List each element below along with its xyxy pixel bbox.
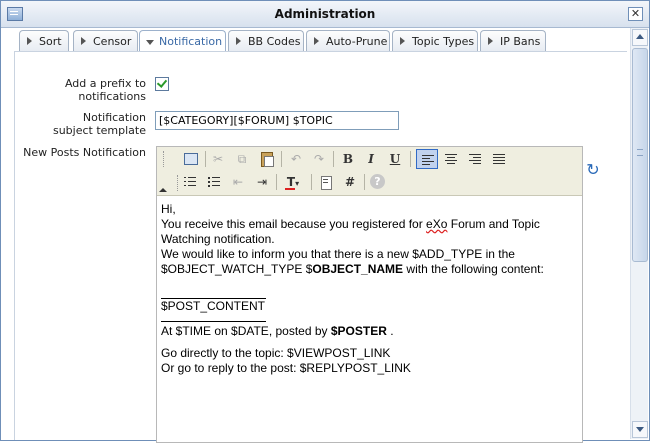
post-content-variable: $POST_CONTENT xyxy=(161,299,266,313)
text-color-glyph: T xyxy=(286,175,296,189)
prefix-checkbox[interactable] xyxy=(155,77,169,91)
administration-window: Administration ✕ Sort Censor Notificatio… xyxy=(0,0,650,443)
arrow-down-icon xyxy=(146,40,154,45)
collapse-toolbar-icon[interactable] xyxy=(159,188,167,192)
toolbar-grip xyxy=(163,151,166,167)
new-posts-label: New Posts Notification xyxy=(23,146,146,159)
vertical-scrollbar[interactable] xyxy=(630,28,648,439)
redo-icon[interactable]: ↷ xyxy=(308,149,330,169)
arrow-right-icon xyxy=(81,37,86,45)
arrow-right-icon xyxy=(236,37,241,45)
arrow-right-icon xyxy=(400,37,405,45)
object-name-variable: OBJECT_NAME xyxy=(312,262,404,276)
rich-text-editor: ✂ ⧉ ↶ ↷ B I U ⇤ ⇥ T▾ # ? Hi, You receive… xyxy=(156,146,583,443)
help-glyph: ? xyxy=(370,174,385,189)
body-text: . xyxy=(386,324,394,338)
hash-icon[interactable]: # xyxy=(339,172,361,192)
align-right-icon[interactable] xyxy=(464,149,486,169)
title-bar[interactable]: Administration ✕ xyxy=(1,1,649,28)
tab-label: Topic Types xyxy=(412,35,475,48)
bold-icon[interactable]: B xyxy=(337,149,359,169)
bulleted-list-icon[interactable] xyxy=(203,172,225,192)
reply-post-link-text: Or go to reply to the post: $REPLYPOST_L… xyxy=(161,361,411,375)
tab-label: Sort xyxy=(39,35,62,48)
copy-icon[interactable]: ⧉ xyxy=(231,149,253,169)
toolbar-separator xyxy=(364,174,365,190)
toolbar-separator xyxy=(276,174,277,190)
subject-template-label: Notification subject template xyxy=(52,111,146,137)
paste-text-icon[interactable] xyxy=(315,172,337,192)
arrow-right-icon xyxy=(27,37,32,45)
toolbar-separator xyxy=(281,151,282,167)
outdent-icon[interactable]: ⇤ xyxy=(227,172,249,192)
greeting-text: Hi, xyxy=(161,202,176,216)
tab-sort[interactable]: Sort xyxy=(19,30,69,52)
paste-icon[interactable] xyxy=(255,149,277,169)
close-icon[interactable]: ✕ xyxy=(628,7,643,21)
view-post-link-text: Go directly to the topic: $VIEWPOST_LINK xyxy=(161,346,391,360)
tab-label: Notification xyxy=(159,35,223,48)
source-icon[interactable] xyxy=(179,149,201,169)
body-text: You receive this email because you regis… xyxy=(161,217,427,231)
tab-bb-codes[interactable]: BB Codes xyxy=(228,30,304,52)
toolbar-separator xyxy=(333,151,334,167)
cut-icon[interactable]: ✂ xyxy=(207,149,229,169)
tab-label: Censor xyxy=(93,35,132,48)
toolbar-separator xyxy=(205,151,206,167)
window-title: Administration xyxy=(274,7,376,21)
tab-label: Auto-Prune xyxy=(326,35,388,48)
subject-template-input[interactable]: [$CATEGORY][$FORUM] $TOPIC xyxy=(155,111,399,130)
tab-label: IP Bans xyxy=(500,35,541,48)
tab-auto-prune[interactable]: Auto-Prune xyxy=(306,30,390,52)
italic-icon[interactable]: I xyxy=(360,149,382,169)
reload-icon[interactable]: ↻ xyxy=(584,161,602,179)
align-left-icon[interactable] xyxy=(416,149,438,169)
tab-notification[interactable]: Notification xyxy=(139,30,226,53)
scroll-thumb[interactable] xyxy=(632,48,648,262)
scroll-up-icon[interactable] xyxy=(632,29,648,46)
spellcheck-word: eXo xyxy=(426,217,448,231)
help-icon[interactable]: ? xyxy=(367,172,389,192)
tab-censor[interactable]: Censor xyxy=(73,30,138,52)
toolbar-separator xyxy=(410,151,411,167)
align-center-icon[interactable] xyxy=(440,149,462,169)
body-text: At $TIME on $DATE, posted by xyxy=(161,324,331,338)
scroll-down-icon[interactable] xyxy=(632,421,648,438)
arrow-right-icon xyxy=(314,37,319,45)
editor-content[interactable]: Hi, You receive this email because you r… xyxy=(161,202,576,376)
tab-topic-types[interactable]: Topic Types xyxy=(392,30,478,52)
tab-ip-bans[interactable]: IP Bans xyxy=(480,30,546,52)
body-text: with the following content: xyxy=(403,262,544,276)
chevron-down-icon: ▾ xyxy=(295,179,300,188)
arrow-right-icon xyxy=(488,37,493,45)
indent-icon[interactable]: ⇥ xyxy=(251,172,273,192)
prefix-label: Add a prefix to notifications xyxy=(64,77,146,103)
tab-label: BB Codes xyxy=(248,35,301,48)
undo-icon[interactable]: ↶ xyxy=(285,149,307,169)
justify-icon[interactable] xyxy=(488,149,510,169)
underline-icon[interactable]: U xyxy=(384,149,406,169)
numbered-list-icon[interactable] xyxy=(179,172,201,192)
toolbar-separator xyxy=(311,174,312,190)
poster-variable: $POSTER xyxy=(330,324,387,338)
separator-line xyxy=(161,321,266,322)
editor-toolbar: ✂ ⧉ ↶ ↷ B I U ⇤ ⇥ T▾ # ? xyxy=(157,147,582,196)
text-color-icon[interactable]: T▾ xyxy=(279,172,307,192)
